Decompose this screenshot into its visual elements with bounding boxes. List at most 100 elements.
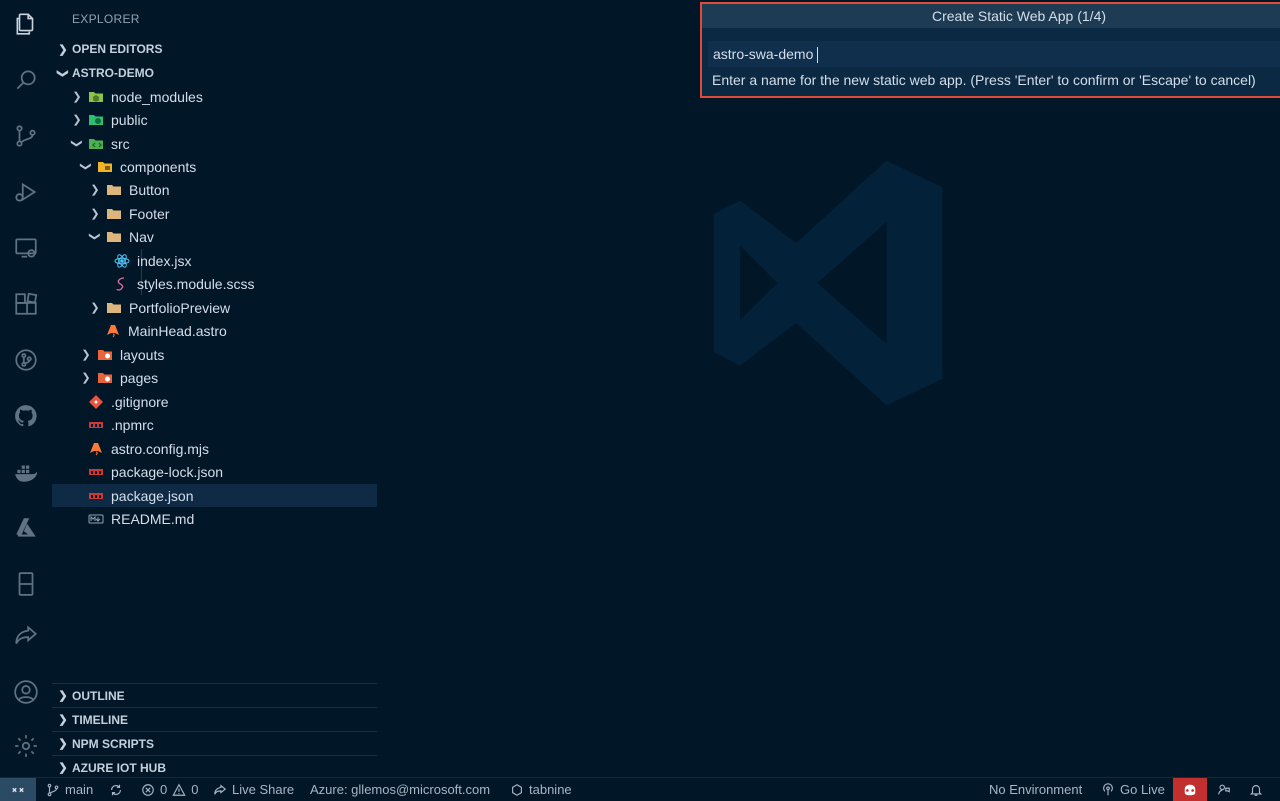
chevron-right-icon: ❯ <box>58 738 68 750</box>
outline-section[interactable]: ❯ OUTLINE <box>52 684 377 708</box>
extensions-icon[interactable] <box>12 290 40 318</box>
tree-folder-row[interactable]: ❯ pages <box>52 366 377 389</box>
tree-file-row[interactable]: .gitignore <box>52 390 377 413</box>
astro-file-icon <box>88 441 104 457</box>
workspace-section[interactable]: ❯ ASTRO-DEMO <box>52 62 377 84</box>
tree-folder-row[interactable]: ❯ Nav <box>52 225 377 248</box>
tree-file-row[interactable]: astro.config.mjs <box>52 437 377 460</box>
tree-item-label: .gitignore <box>111 393 169 410</box>
tabnine-icon <box>512 783 522 796</box>
astro-file-icon <box>105 323 121 339</box>
copilot-icon <box>1184 784 1196 795</box>
device-icon[interactable] <box>12 570 40 598</box>
feedback-icon <box>1218 784 1230 794</box>
search-icon[interactable] <box>12 66 40 94</box>
npm-scripts-section[interactable]: ❯ NPM SCRIPTS <box>52 732 377 756</box>
problems-button[interactable]: 0 0 <box>141 778 198 801</box>
live-share-icon <box>214 783 227 795</box>
activity-bar <box>0 0 52 777</box>
run-debug-icon[interactable] <box>12 178 40 206</box>
tabnine-label: tabnine <box>529 782 572 797</box>
pages-folder-icon <box>97 370 113 386</box>
source-control-icon[interactable] <box>12 122 40 150</box>
public-folder-icon <box>88 112 104 128</box>
workspace-label: ASTRO-DEMO <box>72 66 154 80</box>
github-icon[interactable] <box>12 402 40 430</box>
tree-file-row[interactable]: .npmrc <box>52 413 377 436</box>
tree-folder-row[interactable]: ❯ PortfolioPreview <box>52 296 377 319</box>
npm-file-icon <box>88 464 104 480</box>
chevron-right-icon: ❯ <box>81 349 91 361</box>
chevron-right-icon: ❯ <box>58 762 68 774</box>
bottom-panels: ❯ OUTLINE ❯ TIMELINE ❯ NPM SCRIPTS ❯ AZU… <box>52 683 377 780</box>
vscode-logo-watermark <box>713 160 943 406</box>
sync-button[interactable] <box>109 778 123 801</box>
quick-input-message: Enter a name for the new static web app.… <box>712 72 1256 88</box>
explorer-icon[interactable] <box>12 10 40 38</box>
live-share-icon[interactable] <box>12 622 40 650</box>
tree-item-label: Nav <box>129 228 154 245</box>
tabnine-button[interactable]: tabnine <box>510 778 572 801</box>
chevron-right-icon: ❯ <box>90 208 100 220</box>
go-live-label: Go Live <box>1120 782 1165 797</box>
chevron-right-icon: ❯ <box>72 91 82 103</box>
chevron-right-icon: ❯ <box>90 302 100 314</box>
tree-folder-row[interactable]: ❯ Button <box>52 178 377 201</box>
azure-icon[interactable] <box>12 514 40 542</box>
chevron-down-icon: ❯ <box>56 68 69 78</box>
folder-icon <box>106 300 122 316</box>
tree-folder-row[interactable]: ❯ Footer <box>52 202 377 225</box>
chevron-right-icon: ❯ <box>90 184 100 196</box>
branch-name: main <box>65 782 94 797</box>
tree-folder-row[interactable]: ❯ layouts <box>52 343 377 366</box>
remote-indicator-button[interactable] <box>0 778 36 801</box>
tree-file-row[interactable]: package.json <box>52 484 377 507</box>
static-web-app-name-input[interactable] <box>708 41 1280 67</box>
feedback-button[interactable] <box>1217 778 1231 801</box>
go-live-button[interactable]: Go Live <box>1101 778 1165 801</box>
sidebar-title: EXPLORER <box>72 12 140 26</box>
tree-file-row[interactable]: package-lock.json <box>52 460 377 483</box>
tree-item-label: package-lock.json <box>111 463 224 480</box>
warning-icon <box>172 783 186 796</box>
status-bar: main 0 0 Live Share Azure: gllemos@micro… <box>0 777 1280 801</box>
tree-file-row[interactable]: README.md <box>52 507 377 530</box>
tree-item-label: MainHead.astro <box>128 322 227 339</box>
accounts-icon[interactable] <box>12 678 40 706</box>
chevron-right-icon: ❯ <box>58 690 68 702</box>
azure-account-button[interactable]: Azure: gllemos@microsoft.com <box>310 778 490 801</box>
timeline-label: TIMELINE <box>72 712 128 727</box>
tree-folder-row[interactable]: ❯ node_modules <box>52 85 377 108</box>
git-branch-button[interactable]: main <box>46 778 93 801</box>
timeline-section[interactable]: ❯ TIMELINE <box>52 708 377 732</box>
outline-label: OUTLINE <box>72 688 125 703</box>
tree-file-row[interactable]: MainHead.astro <box>52 319 377 342</box>
tree-file-row[interactable]: index.jsx <box>52 249 377 272</box>
remote-explorer-icon[interactable] <box>12 234 40 262</box>
tree-file-row[interactable]: styles.module.scss <box>52 272 377 295</box>
sync-icon <box>111 784 121 795</box>
npm-scripts-label: NPM SCRIPTS <box>72 736 155 751</box>
folder-icon <box>106 182 122 198</box>
tree-folder-row[interactable]: ❯ public <box>52 108 377 131</box>
notifications-button[interactable] <box>1249 778 1263 801</box>
git-graph-icon[interactable] <box>12 346 40 374</box>
text-caret <box>817 47 818 63</box>
quick-input-title: Create Static Web App (1/4) <box>702 4 1280 28</box>
editor-area: Create Static Web App (1/4) Enter a name… <box>377 0 1280 777</box>
tree-folder-row[interactable]: ❯ src <box>52 132 377 155</box>
chevron-down-icon: ❯ <box>79 161 92 172</box>
settings-gear-icon[interactable] <box>12 732 40 760</box>
environment-button[interactable]: No Environment <box>989 778 1082 801</box>
tree-folder-row[interactable]: ❯ components <box>52 155 377 178</box>
live-share-button[interactable]: Live Share <box>213 778 294 801</box>
copilot-button[interactable] <box>1173 778 1207 801</box>
tree-item-label: index.jsx <box>137 252 192 269</box>
quick-input-dialog: Create Static Web App (1/4) Enter a name… <box>700 2 1280 98</box>
open-editors-section[interactable]: ❯ OPEN EDITORS <box>52 38 377 60</box>
src-folder-icon <box>88 136 104 152</box>
chevron-right-icon: ❯ <box>72 114 82 126</box>
folder-icon <box>106 229 122 245</box>
docker-icon[interactable] <box>12 458 40 486</box>
azure-account-label: Azure: gllemos@microsoft.com <box>310 782 491 797</box>
